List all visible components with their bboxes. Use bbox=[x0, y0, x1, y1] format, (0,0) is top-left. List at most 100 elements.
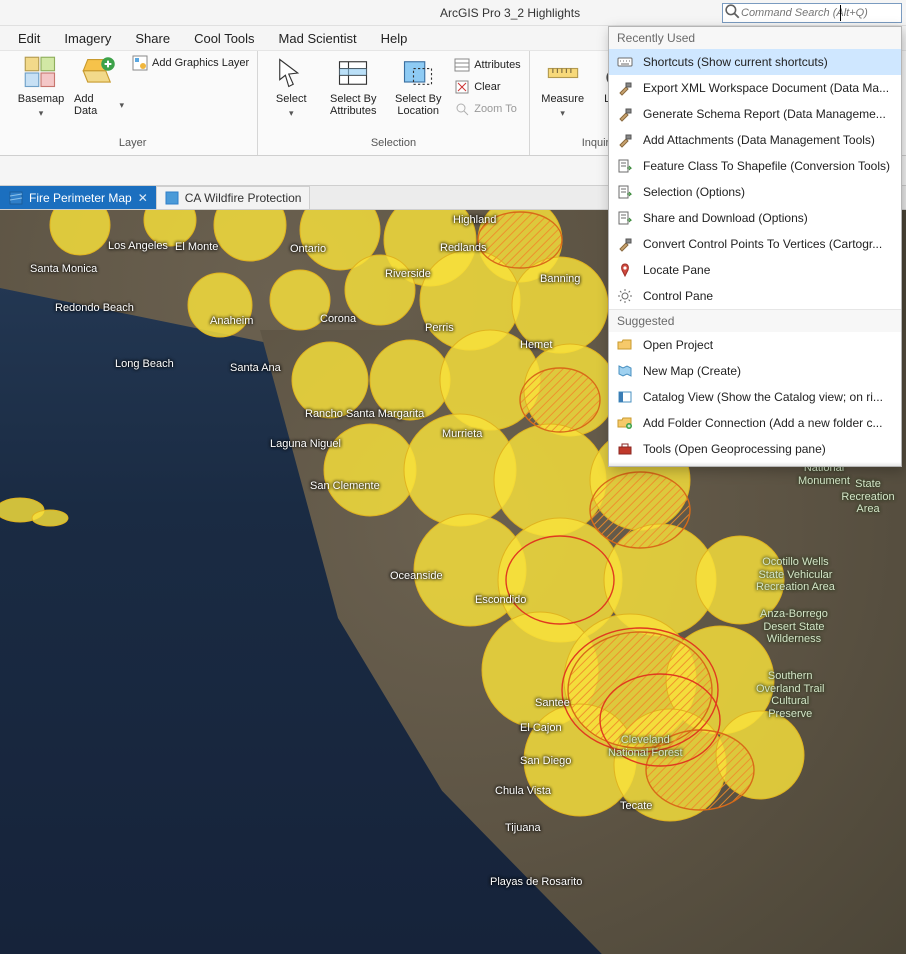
dropdown-item-label: Tools (Open Geoprocessing pane) bbox=[643, 442, 893, 456]
menu-share[interactable]: Share bbox=[135, 31, 170, 46]
city-label: Highland bbox=[453, 214, 496, 226]
menu-cool-tools[interactable]: Cool Tools bbox=[194, 31, 254, 46]
dropdown-item[interactable]: Share and Download (Options) bbox=[609, 205, 901, 231]
zoom-to-icon bbox=[454, 101, 470, 117]
folder-plus-icon bbox=[617, 415, 633, 431]
clear-icon bbox=[454, 79, 470, 95]
city-label: Redondo Beach bbox=[55, 302, 134, 314]
command-search[interactable] bbox=[722, 3, 902, 23]
add-graphics-layer-button[interactable]: Add Graphics Layer bbox=[132, 55, 249, 71]
region-label: ClevelandNational Forest bbox=[608, 734, 683, 759]
map-icon bbox=[617, 363, 633, 379]
dropdown-item[interactable]: Tools (Open Geoprocessing pane) bbox=[609, 436, 901, 462]
city-label: Anaheim bbox=[210, 315, 253, 327]
measure-button[interactable]: Measure bbox=[538, 55, 588, 119]
city-label: El Monte bbox=[175, 241, 218, 253]
dropdown-item[interactable]: Open Project bbox=[609, 332, 901, 358]
zoom-to-button[interactable]: Zoom To bbox=[454, 99, 520, 119]
dropdown-item-label: Shortcuts (Show current shortcuts) bbox=[643, 55, 893, 69]
text-caret bbox=[840, 5, 841, 21]
dropdown-item[interactable]: Export XML Workspace Document (Data Ma..… bbox=[609, 75, 901, 101]
toolbox-icon bbox=[617, 441, 633, 457]
dropdown-item-label: Control Pane bbox=[643, 289, 893, 303]
hammer-icon bbox=[617, 80, 633, 96]
dropdown-item-label: Catalog View (Show the Catalog view; on … bbox=[643, 390, 893, 404]
ribbon-group-layer: Basemap Add Data Add Graphics Layer Laye… bbox=[0, 51, 258, 155]
gear-icon bbox=[617, 288, 633, 304]
select-by-attributes-label: Select By Attributes bbox=[324, 93, 382, 117]
search-icon bbox=[723, 2, 741, 23]
ribbon-group-selection: Select Select By Attributes Select By Lo… bbox=[258, 51, 529, 155]
region-label: SouthernOverland TrailCulturalPreserve bbox=[756, 670, 824, 721]
city-label: San Diego bbox=[520, 755, 571, 767]
dropdown-item[interactable]: Generate Schema Report (Data Manageme... bbox=[609, 101, 901, 127]
tab-fire-perimeter-map[interactable]: Fire Perimeter Map ✕ bbox=[0, 186, 157, 209]
dropdown-item-label: Selection (Options) bbox=[643, 185, 893, 199]
zoom-to-label: Zoom To bbox=[474, 103, 517, 115]
city-label: Banning bbox=[540, 273, 580, 285]
ribbon-group-layer-label: Layer bbox=[16, 137, 249, 155]
select-by-attributes-icon bbox=[335, 55, 371, 91]
dropdown-item-label: New Map (Create) bbox=[643, 364, 893, 378]
basemap-label: Basemap bbox=[18, 93, 64, 105]
city-label: Laguna Niguel bbox=[270, 438, 341, 450]
city-label: Tijuana bbox=[505, 822, 541, 834]
dropdown-item[interactable]: Convert Control Points To Vertices (Cart… bbox=[609, 231, 901, 257]
city-label: Oceanside bbox=[390, 570, 443, 582]
menu-help[interactable]: Help bbox=[381, 31, 408, 46]
dropdown-item[interactable]: Add Attachments (Data Management Tools) bbox=[609, 127, 901, 153]
menu-edit[interactable]: Edit bbox=[18, 31, 40, 46]
ribbon-group-selection-label: Selection bbox=[266, 137, 520, 155]
dropdown-item[interactable]: Locate Pane bbox=[609, 257, 901, 283]
dropdown-item[interactable]: Control Pane bbox=[609, 283, 901, 309]
tab-label: CA Wildfire Protection bbox=[185, 191, 302, 205]
dropdown-item-label: Convert Control Points To Vertices (Cart… bbox=[643, 237, 893, 251]
city-label: Playas de Rosarito bbox=[490, 876, 582, 888]
city-label: Tecate bbox=[620, 800, 652, 812]
close-icon[interactable]: ✕ bbox=[138, 191, 148, 205]
clear-button[interactable]: Clear bbox=[454, 77, 520, 97]
dropdown-section-header: Suggested bbox=[609, 309, 901, 332]
select-by-attributes-button[interactable]: Select By Attributes bbox=[324, 55, 382, 117]
catalog-icon bbox=[617, 389, 633, 405]
city-label: Santa Ana bbox=[230, 362, 281, 374]
menu-imagery[interactable]: Imagery bbox=[64, 31, 111, 46]
menu-mad-scientist[interactable]: Mad Scientist bbox=[279, 31, 357, 46]
dropdown-item-label: Locate Pane bbox=[643, 263, 893, 277]
ruler-icon bbox=[545, 55, 581, 91]
keyboard-icon bbox=[617, 54, 633, 70]
region-label: Ocotillo WellsState VehicularRecreation … bbox=[756, 556, 835, 594]
attributes-icon bbox=[454, 57, 470, 73]
dropdown-item[interactable]: Selection (Options) bbox=[609, 179, 901, 205]
command-search-dropdown: Recently Used Shortcuts (Show current sho… bbox=[608, 26, 902, 467]
dropdown-item-label: Export XML Workspace Document (Data Ma..… bbox=[643, 81, 893, 95]
dropdown-item-label: Generate Schema Report (Data Manageme... bbox=[643, 107, 893, 121]
dropdown-item[interactable]: Shortcuts (Show current shortcuts) bbox=[609, 49, 901, 75]
dropdown-item[interactable]: Catalog View (Show the Catalog view; on … bbox=[609, 384, 901, 410]
tab-ca-wildfire-protection[interactable]: CA Wildfire Protection bbox=[156, 186, 311, 209]
attributes-button[interactable]: Attributes bbox=[454, 55, 520, 75]
dropdown-item[interactable]: Feature Class To Shapefile (Conversion T… bbox=[609, 153, 901, 179]
select-by-location-label: Select By Location bbox=[390, 93, 446, 117]
city-label: Riverside bbox=[385, 268, 431, 280]
dropdown-item[interactable]: New Map (Create) bbox=[609, 358, 901, 384]
window-title: ArcGIS Pro 3_2 Highlights bbox=[440, 6, 580, 20]
command-search-input[interactable] bbox=[741, 4, 901, 22]
dropdown-item[interactable]: Add Folder Connection (Add a new folder … bbox=[609, 410, 901, 436]
city-label: Ontario bbox=[290, 243, 326, 255]
cursor-icon bbox=[273, 55, 309, 91]
chevron-down-icon bbox=[39, 107, 44, 119]
city-label: Hemet bbox=[520, 339, 552, 351]
region-label: Anza-BorregoDesert StateWilderness bbox=[760, 608, 828, 646]
tab-label: Fire Perimeter Map bbox=[29, 191, 132, 205]
clear-label: Clear bbox=[474, 81, 500, 93]
select-label: Select bbox=[276, 93, 307, 105]
dropdown-item-label: Add Attachments (Data Management Tools) bbox=[643, 133, 893, 147]
city-label: Rancho Santa Margarita bbox=[305, 408, 424, 420]
dropdown-section-header: Recently Used bbox=[609, 27, 901, 49]
add-data-button[interactable]: Add Data bbox=[74, 55, 124, 117]
select-by-location-button[interactable]: Select By Location bbox=[390, 55, 446, 117]
basemap-button[interactable]: Basemap bbox=[16, 55, 66, 119]
city-label: Corona bbox=[320, 313, 356, 325]
select-button[interactable]: Select bbox=[266, 55, 316, 119]
